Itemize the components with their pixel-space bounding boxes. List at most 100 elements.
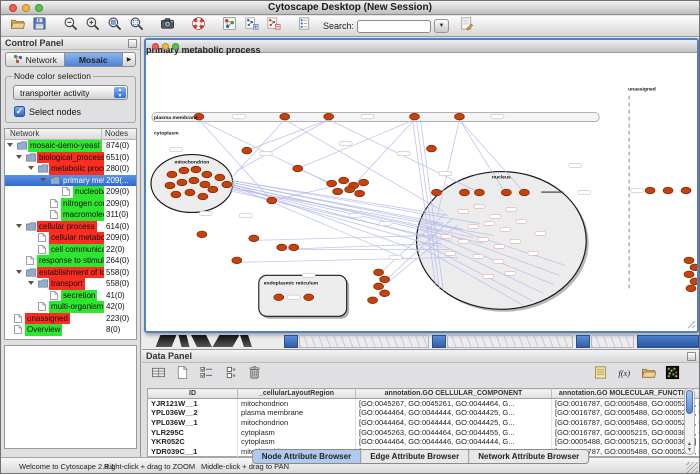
background-window-edge[interactable] — [432, 335, 446, 348]
background-window-edge[interactable] — [576, 335, 590, 348]
disclosure-triangle-icon[interactable] — [16, 270, 22, 274]
network-node[interactable] — [474, 189, 484, 196]
search-input[interactable] — [357, 20, 431, 33]
network-node[interactable] — [324, 113, 334, 120]
background-window-thumbnail[interactable] — [591, 335, 634, 348]
tab-node-attribute-browser[interactable]: Node Attribute Browser — [253, 450, 362, 463]
network-node[interactable] — [274, 294, 284, 301]
tree-row[interactable]: secretion41(0) — [5, 290, 136, 302]
edit-network-add-button[interactable] — [240, 17, 262, 36]
table-cell[interactable]: YLR295C — [148, 427, 238, 437]
close-window-icon[interactable] — [9, 4, 17, 12]
table-row[interactable]: YLR295Ccytoplasm[GO:0045263, GO:0044464,… — [148, 427, 700, 437]
network-node[interactable] — [202, 171, 212, 178]
node-color-select[interactable]: transporter activity ▲▼ — [13, 85, 128, 100]
network-node[interactable] — [380, 276, 390, 283]
tree-column-nodes[interactable]: Nodes — [102, 129, 136, 139]
table-cell[interactable]: [GO:0045263, GO:0044464, GO:0044455, G..… — [356, 427, 552, 437]
network-node[interactable] — [179, 167, 189, 174]
mini-node[interactable] — [494, 244, 505, 248]
tree-row[interactable]: Overview8(0) — [5, 324, 136, 336]
table-cell[interactable]: [GO:0044464, GO:0044444, GO:0044425, G..… — [356, 408, 552, 418]
table-cell[interactable]: [GO:0016787, GO:0005488, GO:0005215, G..… — [552, 399, 700, 409]
tree-row[interactable]: macromolecule311(0) — [5, 209, 136, 221]
tree-row[interactable]: multi-organism pro42(0) — [5, 301, 136, 313]
table-row[interactable]: YKR052Ccytoplasm[GO:0044464, GO:0044446,… — [148, 437, 700, 447]
table-cell[interactable]: cytoplasm — [238, 437, 356, 447]
zoom-in-button[interactable] — [81, 17, 103, 36]
network-node[interactable] — [289, 244, 299, 251]
network-node[interactable] — [374, 283, 384, 290]
tree-column-network[interactable]: Network — [5, 129, 102, 139]
new-attribute-button[interactable] — [171, 366, 193, 385]
zoom-network-icon[interactable] — [172, 43, 179, 50]
tree-row[interactable]: cellular process614(0) — [5, 221, 136, 233]
mini-node[interactable] — [478, 237, 489, 241]
network-node[interactable] — [681, 187, 691, 194]
network-node[interactable] — [663, 187, 673, 194]
tree-row[interactable]: unassigned223(0) — [5, 313, 136, 325]
table-cell[interactable]: [GO:0045267, GO:0045261, GO:0044464, G..… — [356, 399, 552, 409]
disclosure-triangle-icon[interactable] — [7, 143, 13, 147]
table-scrollbar[interactable]: ▲▼ — [684, 388, 695, 455]
network-view-window[interactable]: primary metabolic process plasma membran… — [144, 38, 699, 333]
network-canvas[interactable]: plasma membranecytoplasmmitochondrionnuc… — [146, 53, 697, 331]
table-row[interactable]: YPL036W__1mitochondrion[GO:0044464, GO:0… — [148, 418, 700, 428]
network-node[interactable] — [355, 190, 365, 197]
network-node[interactable] — [519, 189, 529, 196]
network-node[interactable] — [293, 165, 303, 172]
table-cell[interactable]: YJR121W__1 — [148, 399, 238, 409]
configure-search-button[interactable] — [455, 17, 477, 36]
network-node[interactable] — [684, 257, 694, 264]
background-window-thumbnail[interactable] — [299, 335, 429, 348]
birds-eye-view[interactable] — [4, 345, 137, 449]
network-node[interactable] — [380, 290, 390, 297]
table-cell[interactable]: [GO:0044464, GO:0044446, GO:0044444, G..… — [356, 437, 552, 447]
disclosure-triangle-icon[interactable] — [28, 281, 34, 285]
mini-node[interactable] — [493, 259, 504, 263]
tree-row[interactable]: cell communicat22(0) — [5, 244, 136, 256]
disclosure-triangle-icon[interactable] — [16, 224, 22, 228]
tree-row[interactable]: primary metabo209(... — [5, 175, 136, 187]
mini-node[interactable] — [490, 214, 501, 218]
formula-builder-button[interactable]: f(x) — [613, 366, 635, 385]
import-attributes-button[interactable] — [589, 366, 611, 385]
network-node[interactable] — [165, 182, 175, 189]
network-window-titlebar[interactable]: primary metabolic process — [146, 40, 697, 53]
tab-edge-attribute-browser[interactable]: Edge Attribute Browser — [361, 450, 469, 463]
network-node[interactable] — [431, 189, 441, 196]
network-node[interactable] — [200, 181, 210, 188]
network-edge[interactable] — [298, 169, 332, 184]
snapshot-button[interactable] — [156, 17, 178, 36]
network-node[interactable] — [345, 186, 355, 193]
table-cell[interactable]: [GO:0016787, GO:0005488, GO:0005215, G..… — [552, 408, 700, 418]
tree-row[interactable]: cellular metabol209(0) — [5, 232, 136, 244]
attribute-checklist-button[interactable] — [195, 366, 217, 385]
tree-row[interactable]: nucleobase-209(0) — [5, 186, 136, 198]
network-node[interactable] — [374, 269, 384, 276]
table-column-header[interactable]: _cellularLayoutRegion — [238, 389, 356, 399]
network-node[interactable] — [249, 235, 259, 242]
mini-node[interactable] — [468, 224, 479, 228]
network-node[interactable] — [277, 244, 287, 251]
network-node[interactable] — [645, 187, 655, 194]
mini-node[interactable] — [458, 209, 469, 213]
table-cell[interactable]: cytoplasm — [238, 427, 356, 437]
mini-node[interactable] — [505, 271, 516, 275]
network-node[interactable] — [426, 145, 436, 152]
background-windows[interactable] — [144, 334, 699, 349]
table-row[interactable]: YJR121W__1mitochondrion[GO:0045267, GO:0… — [148, 399, 700, 409]
mini-node[interactable] — [474, 204, 485, 208]
attribute-checkbox-button[interactable] — [219, 366, 241, 385]
edit-network-remove-button[interactable] — [262, 17, 284, 36]
table-cell[interactable]: YPL036W__2 — [148, 408, 238, 418]
tab-network[interactable]: Network — [5, 52, 64, 67]
mini-node[interactable] — [458, 239, 469, 243]
network-node[interactable] — [222, 181, 232, 188]
network-node[interactable] — [459, 189, 469, 196]
table-cell[interactable]: YPL036W__1 — [148, 418, 238, 428]
open-attributes-button[interactable] — [637, 366, 659, 385]
scrollbar-thumb[interactable] — [686, 390, 693, 414]
scrollbar-arrows-icon[interactable]: ▲▼ — [685, 441, 694, 453]
network-node[interactable] — [185, 189, 195, 196]
